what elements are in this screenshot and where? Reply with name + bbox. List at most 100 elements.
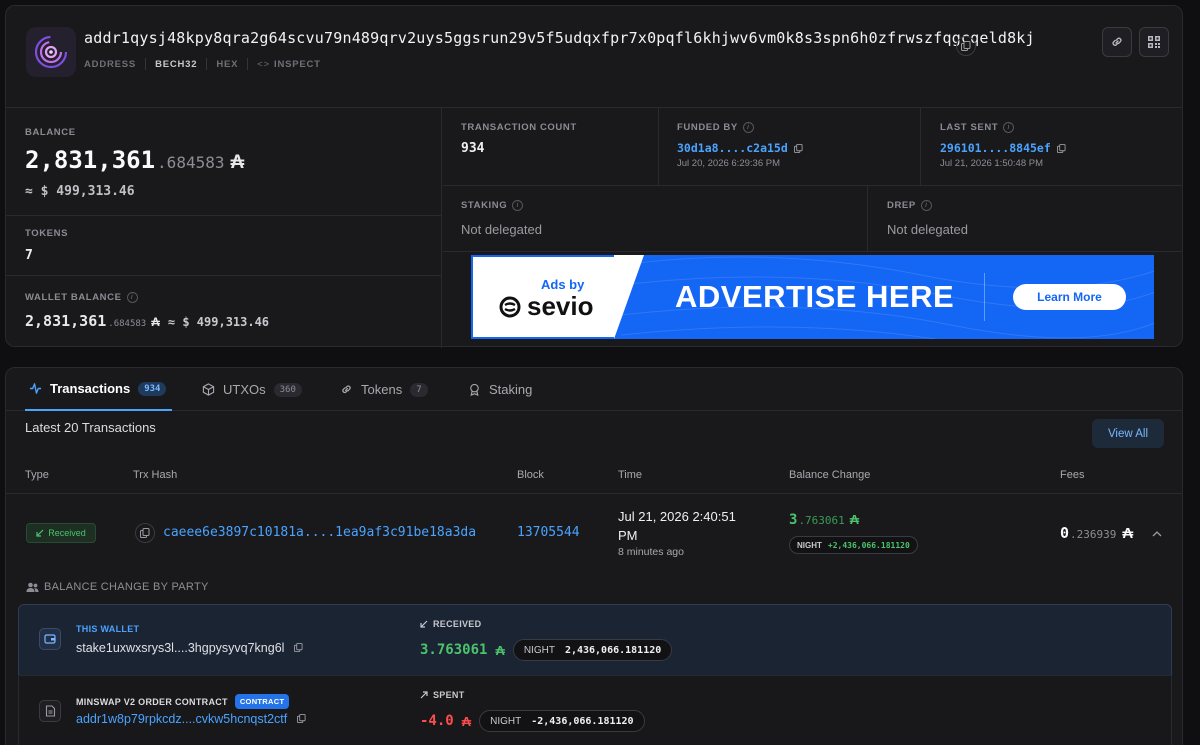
token-amount: -2,436,066.181120 <box>531 715 634 727</box>
tab-hex[interactable]: HEX <box>216 59 238 70</box>
copy-icon[interactable] <box>293 643 303 652</box>
transactions-card: Transactions 934 UTXOs 360 Tokens 7 Stak… <box>5 367 1183 745</box>
wallet-logo <box>26 27 76 77</box>
ad-brand-panel-edge <box>614 255 644 339</box>
drep-cell: DREP i Not delegated <box>868 186 1183 252</box>
tokens-value: 7 <box>25 248 33 263</box>
wallet-balance-value: 2,831,361 .684583 ₳ ≈ $ 499,313.46 <box>25 312 269 330</box>
staking-cell: STAKING i Not delegated <box>443 186 868 252</box>
tx-fee: 0 .236939 ₳ <box>1060 524 1133 542</box>
balance-stats: BALANCE 2,831,361 .684583 ₳ ≈ $ 499,313.… <box>6 108 442 348</box>
last-sent-cell: LAST SENT i 296101....8845ef Jul 21, 202… <box>921 108 1183 186</box>
column-header-type: Type <box>25 469 49 481</box>
staking-label: STAKING i <box>461 200 524 211</box>
info-icon[interactable]: i <box>920 200 932 211</box>
ad-headline: ADVERTISE HERE <box>675 279 955 314</box>
info-icon[interactable]: i <box>742 122 754 133</box>
tab-bech32[interactable]: BECH32 <box>155 59 197 70</box>
tokens-block: TOKENS 7 <box>6 216 441 276</box>
drep-value: Not delegated <box>887 222 968 237</box>
info-icon[interactable]: i <box>512 200 524 211</box>
party-direction-label: SPENT <box>433 690 465 700</box>
tx-count-label: TRANSACTION COUNT <box>461 122 577 133</box>
funded-by-hash-row: 30d1a8....c2a15d <box>677 141 803 155</box>
qr-code-button[interactable] <box>1139 27 1169 57</box>
column-header-block: Block <box>517 469 544 481</box>
contract-badge: CONTRACT <box>234 694 290 709</box>
tx-count-value: 934 <box>461 141 485 156</box>
wallet-icon <box>44 634 56 644</box>
arrow-up-right-icon <box>420 691 428 699</box>
tab-tokens-label: Tokens <box>361 382 403 397</box>
ada-symbol: ₳ <box>230 152 245 173</box>
party-label-row: MINSWAP V2 ORDER CONTRACT CONTRACT <box>76 694 290 709</box>
party-label: THIS WALLET <box>76 624 140 634</box>
tab-address[interactable]: ADDRESS <box>84 59 136 70</box>
last-sent-label: LAST SENT i <box>940 122 1015 133</box>
tx-fee-whole: 0 <box>1060 524 1070 542</box>
tx-time: Jul 21, 2026 2:40:51 PM <box>618 507 736 545</box>
sevio-logo: sevio <box>499 291 594 322</box>
party-ada-amount: 3.763061 <box>420 642 488 658</box>
copy-hash-button[interactable] <box>135 523 155 543</box>
tab-transactions[interactable]: Transactions 934 <box>25 368 173 411</box>
last-sent-hash[interactable]: 296101....8845ef <box>940 141 1051 155</box>
tab-inspect[interactable]: <> INSPECT <box>257 59 320 70</box>
code-icon: <> <box>257 58 270 70</box>
learn-more-button[interactable]: Learn More <box>1013 284 1126 310</box>
staking-label-text: STAKING <box>461 200 508 211</box>
users-icon <box>26 582 39 592</box>
drep-label: DREP i <box>887 200 932 211</box>
copy-icon[interactable] <box>1056 143 1066 153</box>
tab-staking[interactable]: Staking <box>468 368 532 411</box>
drep-label-text: DREP <box>887 200 916 211</box>
party-label: MINSWAP V2 ORDER CONTRACT <box>76 696 228 707</box>
party-direction: RECEIVED <box>420 619 481 629</box>
radar-icon <box>34 35 68 69</box>
view-all-button[interactable]: View All <box>1092 419 1164 448</box>
tx-fee-decimals: .236939 <box>1070 528 1117 541</box>
wallet-balance-label: WALLET BALANCE i <box>25 292 138 303</box>
copy-icon[interactable] <box>296 714 306 723</box>
token-amount: +2,436,066.181120 <box>827 540 910 550</box>
ada-symbol: ₳ <box>495 642 505 658</box>
tx-type-label: Received <box>48 528 86 538</box>
party-address-link[interactable]: addr1w8p79rpkcdz....cvkw5hcnqst2ctf <box>76 712 287 726</box>
tab-tokens[interactable]: Tokens 7 <box>340 368 428 411</box>
ad-banner[interactable]: Ads by sevio ADVERTISE HERE Learn More <box>471 255 1154 339</box>
info-icon[interactable]: i <box>126 292 138 303</box>
party-address: stake1uxwxsrys3l....3hgpysyvq7kng6l <box>76 641 285 655</box>
latest-transactions-title: Latest 20 Transactions <box>25 420 156 435</box>
divider <box>145 58 147 70</box>
document-icon <box>45 705 55 717</box>
share-link-button[interactable] <box>1102 27 1132 57</box>
party-row-contract: MINSWAP V2 ORDER CONTRACT CONTRACT addr1… <box>18 675 1172 745</box>
table-row[interactable]: Received caeee6e3897c10181a....1ea9af3c9… <box>6 495 1182 573</box>
copy-address-button[interactable] <box>956 36 976 56</box>
tx-count-cell: TRANSACTION COUNT 934 <box>443 108 659 186</box>
party-token-chip: NIGHT 2,436,066.181120 <box>512 639 673 661</box>
tab-bar: Transactions 934 UTXOs 360 Tokens 7 Stak… <box>6 368 1182 411</box>
link-icon <box>1112 37 1122 46</box>
ada-symbol: ₳ <box>1122 525 1134 542</box>
wallet-balance-block: WALLET BALANCE i 2,831,361 .684583 ₳ ≈ $… <box>6 276 441 348</box>
tx-hash-link[interactable]: caeee6e3897c10181a....1ea9af3c91be18a3da <box>163 525 476 540</box>
link-icon <box>342 385 351 394</box>
party-row-this-wallet: THIS WALLET stake1uxwxsrys3l....3hgpysyv… <box>18 604 1172 676</box>
token-name: NIGHT <box>797 540 822 550</box>
party-section-header: BALANCE CHANGE BY PARTY <box>26 581 209 593</box>
wallet-balance-whole: 2,831,361 <box>25 312 107 330</box>
ad-by-label: Ads by <box>541 277 585 292</box>
tab-count-badge: 934 <box>138 381 167 396</box>
tab-utxos-label: UTXOs <box>223 382 266 397</box>
chevron-up-icon[interactable] <box>1152 530 1162 538</box>
funded-by-label: FUNDED BY i <box>677 122 754 133</box>
copy-icon[interactable] <box>793 143 803 153</box>
info-icon[interactable]: i <box>1003 122 1015 133</box>
award-icon <box>470 383 479 396</box>
tab-utxos[interactable]: UTXOs 360 <box>202 368 302 411</box>
tokens-label: TOKENS <box>25 228 69 239</box>
tx-block-link[interactable]: 13705544 <box>517 525 580 540</box>
token-name: NIGHT <box>523 644 555 656</box>
funded-by-hash[interactable]: 30d1a8....c2a15d <box>677 141 788 155</box>
